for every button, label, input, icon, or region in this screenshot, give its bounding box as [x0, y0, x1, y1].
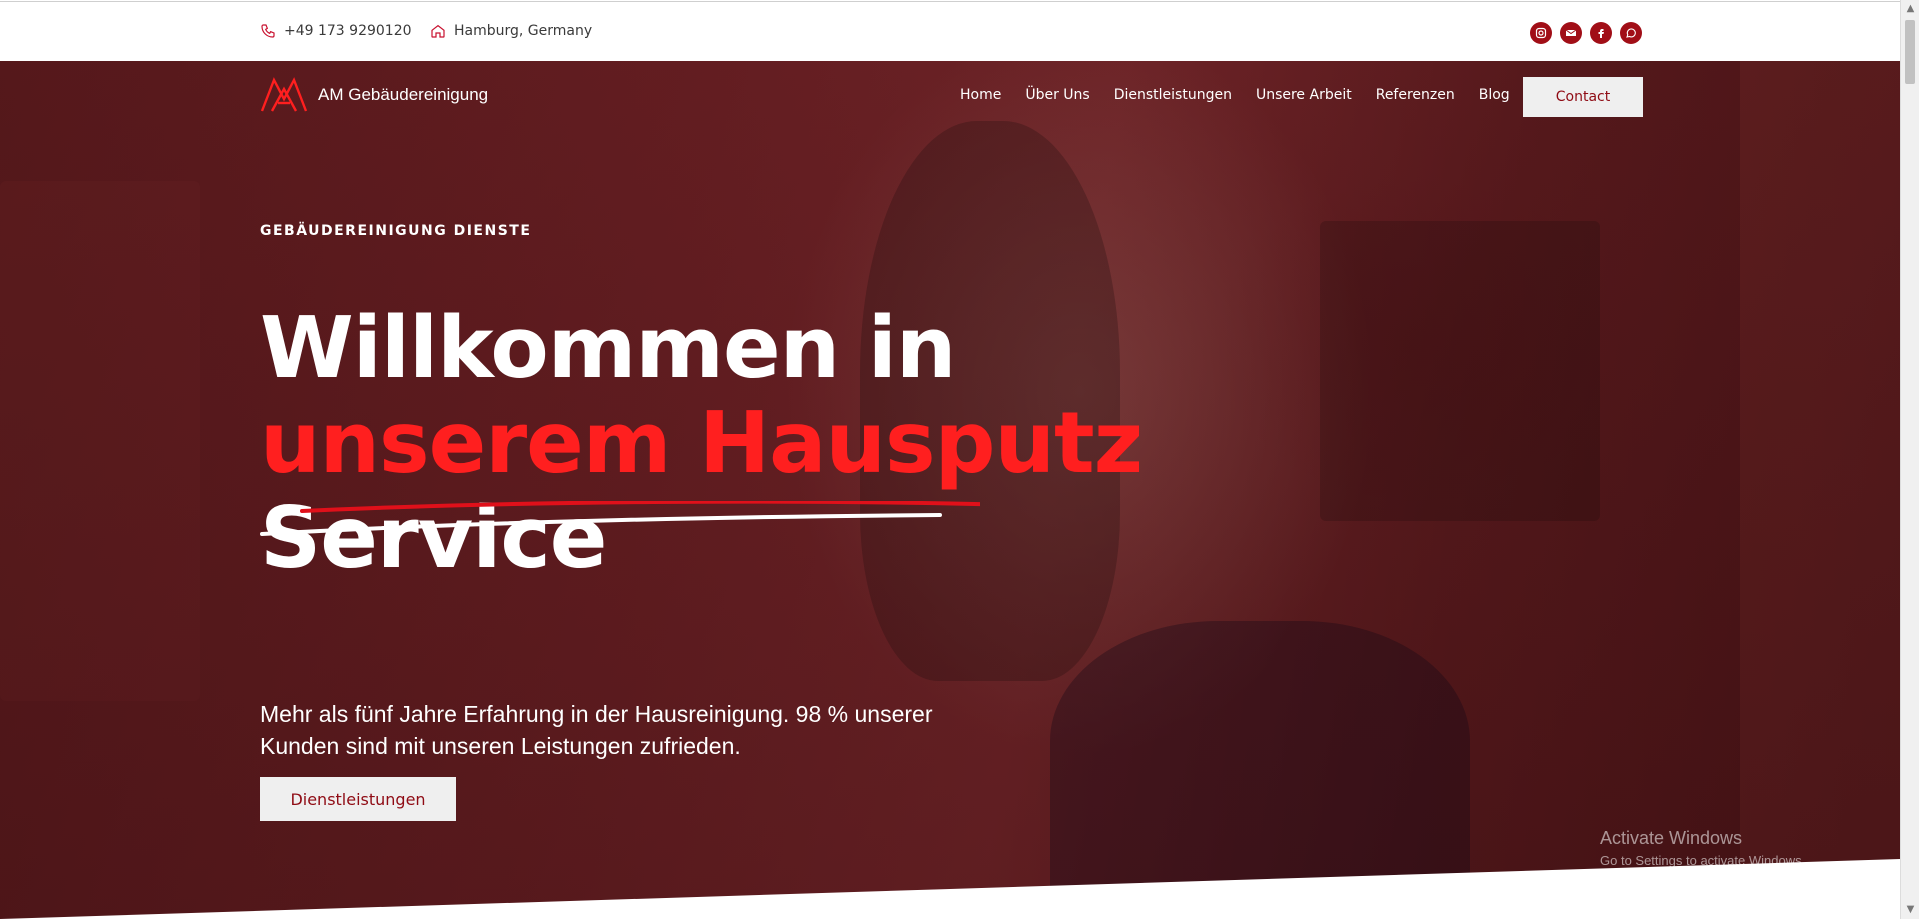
- home-icon: [431, 24, 445, 38]
- phone-icon: [261, 24, 275, 38]
- location-contact: Hamburg, Germany: [430, 23, 592, 39]
- brand-logo-link[interactable]: AM Gebäudereinigung: [260, 77, 488, 113]
- whatsapp-icon[interactable]: [1620, 22, 1642, 44]
- watermark-subtitle: Go to Settings to activate Windows.: [1600, 853, 1806, 868]
- headline-line-1: Willkommen in: [260, 299, 956, 398]
- facebook-icon[interactable]: [1590, 22, 1612, 44]
- hero-eyebrow: GEBÄUDEREINIGUNG DIENSTE: [260, 223, 532, 239]
- nav-item-referenzen[interactable]: Referenzen: [1376, 87, 1455, 103]
- headline-line-2-highlight: unserem Hausputz: [260, 394, 1143, 493]
- hero-subtitle: Mehr als fünf Jahre Erfahrung in der Hau…: [260, 701, 933, 759]
- nav-item-ueber-uns[interactable]: Über Uns: [1025, 87, 1089, 103]
- phone-number: +49 173 9290120: [284, 23, 412, 39]
- page-scrollbar[interactable]: ▲ ▼: [1900, 0, 1919, 919]
- page: +49 173 9290120 Hamburg, Germany AM Gebä…: [0, 0, 1919, 919]
- dienstleistungen-button[interactable]: Dienstleistungen: [260, 777, 456, 821]
- logo-icon: [260, 77, 308, 112]
- brand-name: AM Gebäudereinigung: [318, 85, 489, 104]
- scroll-up-arrow-icon[interactable]: ▲: [1901, 2, 1919, 16]
- phone-contact[interactable]: +49 173 9290120: [260, 23, 412, 39]
- scroll-down-arrow-icon[interactable]: ▼: [1901, 903, 1919, 917]
- main-navigation: Home Über Uns Dienstleistungen Unsere Ar…: [960, 87, 1510, 103]
- location-text: Hamburg, Germany: [454, 23, 593, 39]
- watermark-title: Activate Windows: [1600, 828, 1743, 848]
- top-contact-bar: +49 173 9290120 Hamburg, Germany: [0, 1, 1900, 62]
- nav-item-home[interactable]: Home: [960, 87, 1001, 103]
- hero-section: AM Gebäudereinigung Home Über Uns Dienst…: [0, 61, 1900, 919]
- email-icon[interactable]: [1560, 22, 1582, 44]
- nav-item-dienstleistungen[interactable]: Dienstleistungen: [1114, 87, 1232, 103]
- instagram-icon[interactable]: [1530, 22, 1552, 44]
- scrollbar-thumb[interactable]: [1905, 20, 1915, 84]
- social-links: [1530, 22, 1642, 44]
- nav-item-unsere-arbeit[interactable]: Unsere Arbeit: [1256, 87, 1352, 103]
- nav-item-blog[interactable]: Blog: [1479, 87, 1510, 103]
- windows-activation-watermark: Activate Windows Go to Settings to activ…: [1600, 828, 1805, 868]
- contact-button[interactable]: Contact: [1523, 77, 1643, 117]
- headline-underline-swoosh: [260, 501, 980, 536]
